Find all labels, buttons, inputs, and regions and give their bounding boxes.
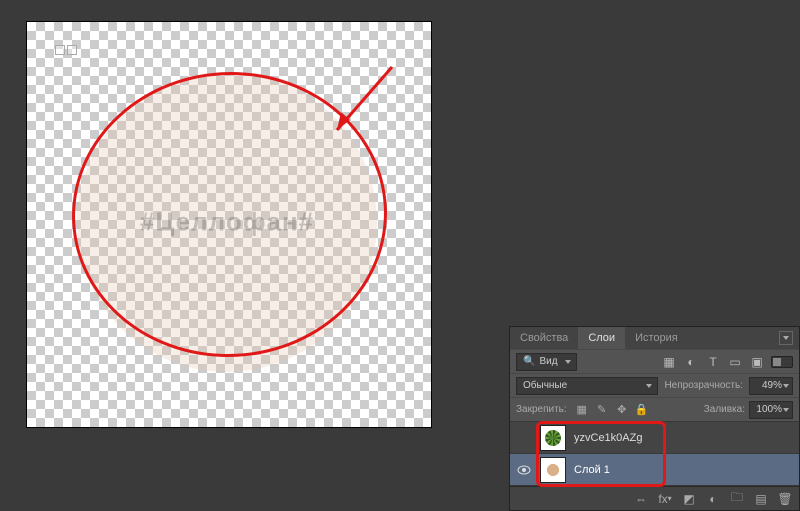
visibility-toggle[interactable] [516,430,532,446]
panel-tab-bar: Свойства Слои История [510,327,799,349]
fill-value: 100% [756,404,782,415]
layers-panel: Свойства Слои История 🔍 Вид ▦ ◐ T ▭ ▣ Об… [509,326,800,511]
filter-icons-group: ▦ ◐ T ▭ ▣ [661,354,765,370]
doc-handle-icon [55,45,65,55]
lock-all-icon[interactable]: 🔒 [635,403,649,417]
visibility-toggle[interactable] [516,462,532,478]
filter-type-label: Вид [539,356,557,367]
eye-icon [517,465,531,475]
lock-transparency-icon[interactable]: ▦ [575,403,589,417]
lock-position-icon[interactable]: ✥ [615,403,629,417]
opacity-value: 49% [762,380,782,391]
tab-properties[interactable]: Свойства [510,327,578,349]
layer-name[interactable]: yzvCe1k0AZg [574,432,642,444]
tab-layers[interactable]: Слои [578,327,625,349]
layer-thumbnail[interactable] [540,425,566,451]
lock-label: Закрепить: [516,404,567,415]
opacity-input[interactable]: 49% [749,377,793,395]
fill-input[interactable]: 100% [749,401,793,419]
filter-smart-icon[interactable]: ▣ [749,354,765,370]
filter-type-dropdown[interactable]: 🔍 Вид [516,353,577,371]
tab-history[interactable]: История [625,327,688,349]
delete-layer-icon[interactable]: 🗑 [777,491,793,507]
lock-icons-group: ▦ ✎ ✥ 🔒 [575,403,649,417]
layer-filter-row: 🔍 Вид ▦ ◐ T ▭ ▣ [510,349,799,373]
canvas-content: #Целлофан# [27,22,431,427]
lock-fill-row: Закрепить: ▦ ✎ ✥ 🔒 Заливка: 100% [510,397,799,421]
filter-pixel-icon[interactable]: ▦ [661,354,677,370]
blend-mode-dropdown[interactable]: Обычные [516,377,658,395]
blend-mode-value: Обычные [523,380,567,391]
adjustment-layer-icon[interactable]: ◐ [705,491,721,507]
opacity-label: Непрозрачность: [664,380,743,391]
group-icon[interactable]: 🗀 [729,491,745,507]
link-layers-icon[interactable]: ⇔ [633,491,649,507]
layer-style-icon[interactable]: fx▾ [657,491,673,507]
annotation-arrow [317,62,397,142]
doc-handle-icon [67,45,77,55]
layer-mask-icon[interactable]: ◩ [681,491,697,507]
document-canvas[interactable]: #Целлофан# [27,22,431,427]
panel-menu-icon[interactable] [779,331,793,345]
blend-opacity-row: Обычные Непрозрачность: 49% [510,373,799,397]
lock-pixels-icon[interactable]: ✎ [595,403,609,417]
new-layer-icon[interactable]: ▤ [753,491,769,507]
document-info-handles [55,45,77,55]
layer-thumbnail[interactable] [540,457,566,483]
layer-row[interactable]: Слой 1 [510,454,799,486]
fill-label: Заливка: [704,404,745,415]
layers-list: yzvCe1k0AZg Слой 1 [510,421,799,486]
layers-footer: ⇔ fx▾ ◩ ◐ 🗀 ▤ 🗑 [510,486,799,510]
filter-shape-icon[interactable]: ▭ [727,354,743,370]
filter-adjust-icon[interactable]: ◐ [683,354,699,370]
layer-row[interactable]: yzvCe1k0AZg [510,422,799,454]
filter-toggle[interactable] [771,356,793,368]
filter-type-icon[interactable]: T [705,354,721,370]
layer-name[interactable]: Слой 1 [574,464,610,476]
